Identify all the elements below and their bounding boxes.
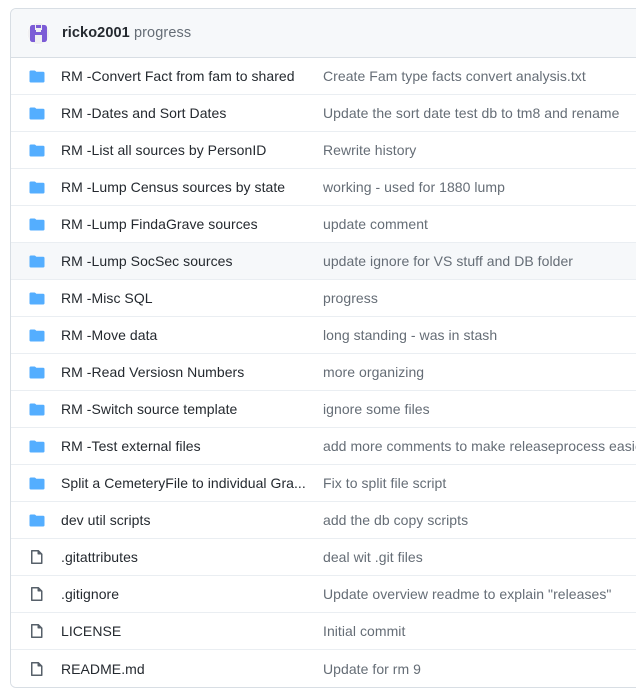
file-row-name[interactable]: RM -List all sources by PersonID — [61, 142, 323, 158]
file-row-commit-message[interactable]: more organizing — [323, 364, 636, 380]
repository-header: ricko2001 progress — [11, 9, 636, 58]
file-icon — [29, 661, 45, 677]
file-row-name[interactable]: RM -Lump FindaGrave sources — [61, 216, 323, 232]
file-row[interactable]: RM -Lump FindaGrave sources update commen… — [11, 206, 636, 243]
file-row-name[interactable]: RM -Misc SQL — [61, 290, 323, 306]
file-row-commit-message[interactable]: Fix to split file script — [323, 475, 636, 491]
file-row-name[interactable]: RM -Dates and Sort Dates — [61, 105, 323, 121]
folder-icon — [29, 512, 45, 528]
folder-icon — [29, 438, 45, 454]
repository-name[interactable]: progress — [134, 25, 191, 41]
file-row-commit-message[interactable]: Update for rm 9 — [323, 661, 636, 677]
file-row[interactable]: RM -Dates and Sort Dates Update the sort … — [11, 95, 636, 132]
file-row[interactable]: RM -Switch source template ignore some fi… — [11, 391, 636, 428]
file-row[interactable]: .gitattributes deal wit .git files — [11, 539, 636, 576]
file-row[interactable]: RM -Read Versiosn Numbers more organizing — [11, 354, 636, 391]
folder-icon — [29, 142, 45, 158]
file-row[interactable]: README.md Update for rm 9 — [11, 650, 636, 687]
file-row-commit-message[interactable]: deal wit .git files — [323, 549, 636, 565]
identicon-avatar[interactable] — [27, 21, 50, 45]
file-row-name[interactable]: .gitignore — [61, 586, 323, 602]
file-row-commit-message[interactable]: Rewrite history — [323, 142, 636, 158]
file-row-commit-message[interactable]: update ignore for VS stuff and DB folder — [323, 253, 636, 269]
file-row[interactable]: LICENSE Initial commit — [11, 613, 636, 650]
folder-icon — [29, 290, 45, 306]
folder-icon — [29, 68, 45, 84]
folder-icon — [29, 179, 45, 195]
folder-icon — [29, 475, 45, 491]
folder-icon — [29, 401, 45, 417]
file-icon — [29, 549, 45, 565]
file-row[interactable]: RM -Misc SQL progress — [11, 280, 636, 317]
repository-title: ricko2001 progress — [62, 25, 191, 41]
file-row-name[interactable]: RM -Move data — [61, 327, 323, 343]
folder-icon — [29, 364, 45, 380]
file-row-commit-message[interactable]: Update the sort date test db to tm8 and … — [323, 105, 636, 121]
file-row[interactable]: RM -Test external files add more comments… — [11, 428, 636, 465]
file-row-commit-message[interactable]: Update overview readme to explain "relea… — [323, 586, 636, 602]
file-row-commit-message[interactable]: add more comments to make releaseprocess… — [323, 438, 636, 454]
file-row-commit-message[interactable]: Create Fam type facts convert analysis.t… — [323, 68, 636, 84]
file-row-name[interactable]: RM -Lump SocSec sources — [61, 253, 323, 269]
file-icon — [29, 586, 45, 602]
file-row-name[interactable]: .gitattributes — [61, 549, 323, 565]
file-row-commit-message[interactable]: update comment — [323, 216, 636, 232]
file-row-name[interactable]: RM -Test external files — [61, 438, 323, 454]
file-row-commit-message[interactable]: progress — [323, 290, 636, 306]
file-list: RM -Convert Fact from fam to shared Creat… — [11, 58, 636, 687]
file-row-commit-message[interactable]: add the db copy scripts — [323, 512, 636, 528]
file-row[interactable]: RM -Lump Census sources by state working … — [11, 169, 636, 206]
folder-icon — [29, 105, 45, 121]
folder-icon — [29, 216, 45, 232]
file-row-name[interactable]: README.md — [61, 661, 323, 677]
repository-file-browser: ricko2001 progress RM -Convert Fact from… — [10, 8, 636, 688]
file-row[interactable]: RM -List all sources by PersonID Rewrite … — [11, 132, 636, 169]
repository-owner[interactable]: ricko2001 — [62, 25, 130, 41]
file-row-name[interactable]: RM -Switch source template — [61, 401, 323, 417]
file-row-commit-message[interactable]: ignore some files — [323, 401, 636, 417]
folder-icon — [29, 253, 45, 269]
file-row-commit-message[interactable]: Initial commit — [323, 623, 636, 639]
file-row[interactable]: Split a CemeteryFile to individual Gra..… — [11, 465, 636, 502]
file-row[interactable]: .gitignore Update overview readme to expl… — [11, 576, 636, 613]
file-row[interactable]: RM -Lump SocSec sources update ignore for… — [11, 243, 636, 280]
file-row-name[interactable]: dev util scripts — [61, 512, 323, 528]
folder-icon — [29, 327, 45, 343]
file-row-commit-message[interactable]: long standing - was in stash — [323, 327, 636, 343]
file-row[interactable]: RM -Move data long standing - was in stas… — [11, 317, 636, 354]
file-row-name[interactable]: LICENSE — [61, 623, 323, 639]
file-row[interactable]: RM -Convert Fact from fam to shared Creat… — [11, 58, 636, 95]
file-row-name[interactable]: RM -Convert Fact from fam to shared — [61, 68, 323, 84]
file-row-commit-message[interactable]: working - used for 1880 lump — [323, 179, 636, 195]
file-row[interactable]: dev util scripts add the db copy scripts — [11, 502, 636, 539]
file-icon — [29, 623, 45, 639]
file-row-name[interactable]: RM -Lump Census sources by state — [61, 179, 323, 195]
file-row-name[interactable]: Split a CemeteryFile to individual Gra..… — [61, 475, 323, 491]
file-row-name[interactable]: RM -Read Versiosn Numbers — [61, 364, 323, 380]
